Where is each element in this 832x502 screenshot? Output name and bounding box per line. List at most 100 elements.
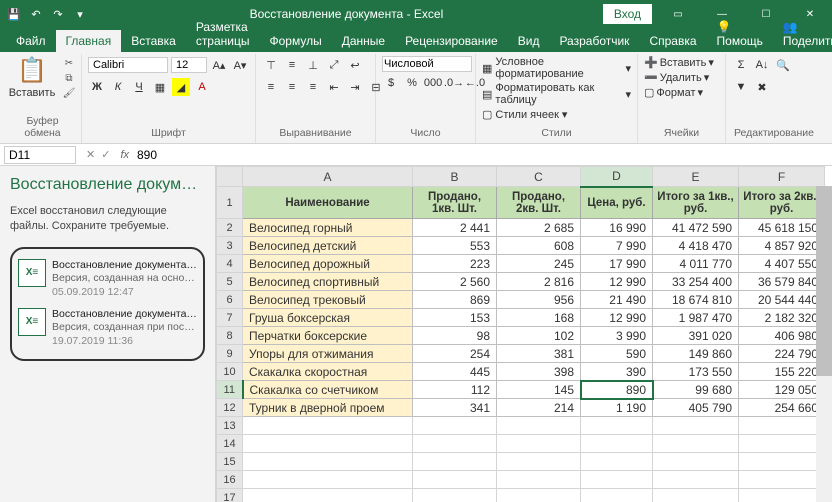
format-painter-icon[interactable]: 🖌 xyxy=(60,86,78,100)
data-cell[interactable]: 341 xyxy=(413,399,497,417)
underline-button[interactable]: Ч xyxy=(130,78,148,96)
data-cell[interactable]: 956 xyxy=(497,291,581,309)
row-header[interactable]: 10 xyxy=(217,363,243,381)
data-cell[interactable]: 173 550 xyxy=(653,363,739,381)
data-cell[interactable]: 21 490 xyxy=(581,291,653,309)
row-header[interactable]: 14 xyxy=(217,435,243,453)
data-cell[interactable]: 3 990 xyxy=(581,327,653,345)
empty-cell[interactable] xyxy=(243,489,413,502)
empty-cell[interactable] xyxy=(497,453,581,471)
empty-cell[interactable] xyxy=(497,489,581,502)
number-format-select[interactable] xyxy=(382,56,472,72)
align-right-icon[interactable]: ≡ xyxy=(304,78,322,96)
data-cell[interactable]: 2 816 xyxy=(497,273,581,291)
find-icon[interactable]: 🔍 xyxy=(774,56,792,74)
row-header[interactable]: 11 xyxy=(217,381,243,399)
row-header[interactable]: 6 xyxy=(217,291,243,309)
signin-button[interactable]: Вход xyxy=(603,4,652,24)
fx-icon[interactable]: fx xyxy=(120,149,129,161)
table-header-cell[interactable]: Продано, 2кв. Шт. xyxy=(497,187,581,219)
recovery-item[interactable]: X≡ Восстановление документа… Версия, соз… xyxy=(16,304,199,353)
cancel-formula-icon[interactable]: ✕ xyxy=(86,148,95,161)
tab-file[interactable]: Файл xyxy=(6,30,56,52)
data-cell[interactable]: 405 790 xyxy=(653,399,739,417)
row-header[interactable]: 7 xyxy=(217,309,243,327)
data-cell[interactable]: 254 xyxy=(413,345,497,363)
data-cell[interactable]: 869 xyxy=(413,291,497,309)
data-cell[interactable]: 4 418 470 xyxy=(653,237,739,255)
wrap-text-icon[interactable]: ↩ xyxy=(346,56,364,74)
align-middle-icon[interactable]: ≡ xyxy=(283,56,301,74)
font-color-button[interactable]: A xyxy=(193,78,211,96)
column-header[interactable]: F xyxy=(739,167,825,187)
sort-icon[interactable]: A↓ xyxy=(753,56,771,74)
conditional-formatting-button[interactable]: ▦Условное форматирование ▾ xyxy=(482,56,631,80)
data-cell[interactable]: 254 660 xyxy=(739,399,825,417)
row-header[interactable]: 1 xyxy=(217,187,243,219)
tab-formulas[interactable]: Формулы xyxy=(259,30,331,52)
row-header[interactable]: 2 xyxy=(217,219,243,237)
data-cell[interactable]: 12 990 xyxy=(581,309,653,327)
empty-cell[interactable] xyxy=(413,435,497,453)
column-header[interactable]: A xyxy=(243,167,413,187)
data-cell[interactable]: Груша боксерская xyxy=(243,309,413,327)
empty-cell[interactable] xyxy=(653,435,739,453)
data-cell[interactable]: 153 xyxy=(413,309,497,327)
data-cell[interactable]: 112 xyxy=(413,381,497,399)
data-cell[interactable]: 381 xyxy=(497,345,581,363)
data-cell[interactable]: 553 xyxy=(413,237,497,255)
row-header[interactable]: 12 xyxy=(217,399,243,417)
orientation-icon[interactable]: ⤢ xyxy=(325,56,343,74)
data-cell[interactable]: 214 xyxy=(497,399,581,417)
row-header[interactable]: 13 xyxy=(217,417,243,435)
row-header[interactable]: 16 xyxy=(217,471,243,489)
empty-cell[interactable] xyxy=(497,471,581,489)
worksheet-grid[interactable]: ABCDEF1НаименованиеПродано, 1кв. Шт.Прод… xyxy=(216,166,832,502)
tab-tellme[interactable]: 💡 Помощь xyxy=(707,16,773,52)
increase-indent-icon[interactable]: ⇥ xyxy=(346,78,364,96)
empty-cell[interactable] xyxy=(739,435,825,453)
table-header-cell[interactable]: Итого за 1кв., руб. xyxy=(653,187,739,219)
empty-cell[interactable] xyxy=(739,417,825,435)
select-all-corner[interactable] xyxy=(217,167,243,187)
cell-styles-button[interactable]: ▢Стили ячеек ▾ xyxy=(482,108,631,121)
tab-review[interactable]: Рецензирование xyxy=(395,30,508,52)
row-header[interactable]: 4 xyxy=(217,255,243,273)
empty-cell[interactable] xyxy=(243,417,413,435)
data-cell[interactable]: 398 xyxy=(497,363,581,381)
paste-button[interactable]: 📋 Вставить xyxy=(10,56,54,99)
data-cell[interactable]: Турник в дверной проем xyxy=(243,399,413,417)
empty-cell[interactable] xyxy=(243,471,413,489)
column-header[interactable]: B xyxy=(413,167,497,187)
data-cell[interactable]: 16 990 xyxy=(581,219,653,237)
data-cell[interactable]: 2 685 xyxy=(497,219,581,237)
data-cell[interactable]: 145 xyxy=(497,381,581,399)
comma-icon[interactable]: 000 xyxy=(424,74,442,92)
formula-input[interactable] xyxy=(133,148,832,162)
row-header[interactable]: 9 xyxy=(217,345,243,363)
data-cell[interactable]: 18 674 810 xyxy=(653,291,739,309)
ribbon-options-icon[interactable]: ▭ xyxy=(660,0,696,28)
row-header[interactable]: 17 xyxy=(217,489,243,502)
empty-cell[interactable] xyxy=(581,489,653,502)
empty-cell[interactable] xyxy=(243,435,413,453)
empty-cell[interactable] xyxy=(413,417,497,435)
data-cell[interactable]: 224 790 xyxy=(739,345,825,363)
row-header[interactable]: 8 xyxy=(217,327,243,345)
data-cell[interactable]: 2 560 xyxy=(413,273,497,291)
data-cell[interactable]: 98 xyxy=(413,327,497,345)
empty-cell[interactable] xyxy=(581,471,653,489)
data-cell[interactable]: 102 xyxy=(497,327,581,345)
row-header[interactable]: 5 xyxy=(217,273,243,291)
tab-help[interactable]: Справка xyxy=(639,30,706,52)
italic-button[interactable]: К xyxy=(109,78,127,96)
redo-icon[interactable]: ↷ xyxy=(48,4,68,24)
increase-font-icon[interactable]: A▴ xyxy=(210,56,228,74)
data-cell[interactable]: 168 xyxy=(497,309,581,327)
data-cell[interactable]: Велосипед детский xyxy=(243,237,413,255)
tab-data[interactable]: Данные xyxy=(332,30,395,52)
data-cell[interactable]: 17 990 xyxy=(581,255,653,273)
format-cells-button[interactable]: ▢ Формат ▾ xyxy=(644,86,714,99)
fill-color-button[interactable]: ◢ xyxy=(172,78,190,96)
data-cell[interactable]: 2 441 xyxy=(413,219,497,237)
